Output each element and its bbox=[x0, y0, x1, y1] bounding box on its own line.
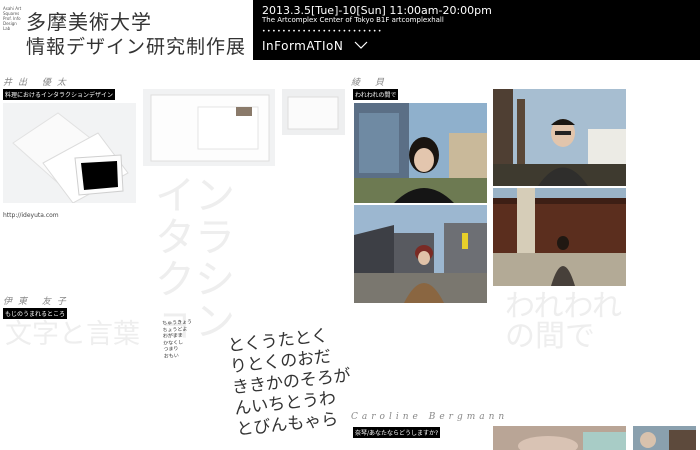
paper-photo bbox=[282, 89, 345, 135]
event-venue: The Artcomplex Center of Tokyo B1F artco… bbox=[262, 16, 444, 24]
ghost-title: 文字と言葉 bbox=[5, 319, 140, 350]
work-photo[interactable] bbox=[493, 188, 626, 286]
work-title-tag: 料理におけるインタラクションデザイン bbox=[3, 89, 116, 100]
work-photo[interactable] bbox=[493, 426, 626, 450]
header-info-bar: 2013.3.5[Tue]-10[Sun] 11:00am-20:00pm Th… bbox=[253, 0, 700, 60]
author-name: 綾 貝 bbox=[351, 78, 390, 88]
shrine-woman-photo bbox=[493, 188, 626, 286]
author-name: 伊東 友子 bbox=[3, 297, 72, 307]
envelope-photo bbox=[143, 89, 275, 166]
dotted-divider: •••••••••••••••••••••••• bbox=[262, 28, 383, 35]
information-link[interactable]: InFormATIoN bbox=[262, 38, 368, 53]
author-name: 井出 優太 bbox=[3, 78, 72, 88]
street-woman-photo bbox=[354, 205, 487, 303]
tablet-photo bbox=[3, 103, 136, 204]
work-title-tag: 奈琴/あなたならどうしますか? bbox=[353, 427, 441, 438]
work-photo[interactable] bbox=[354, 205, 487, 303]
work-photo[interactable] bbox=[493, 89, 626, 186]
site-logo[interactable]: Asahi Art Squares Prof. Info Design Lab … bbox=[0, 0, 253, 62]
logo-title-line2: 情報デザイン研究制作展 bbox=[26, 36, 247, 58]
portrait-man-photo bbox=[493, 89, 626, 186]
work-title-tag: われわれの間で bbox=[353, 89, 399, 100]
work-photo[interactable] bbox=[354, 103, 487, 203]
bed-photo bbox=[493, 426, 626, 450]
ghost-title: インタラクション bbox=[155, 173, 235, 345]
work-photo[interactable] bbox=[282, 89, 345, 135]
work-url-link[interactable]: http://ideyuta.com bbox=[3, 212, 59, 219]
logo-title-line1: 多摩美術大学 bbox=[26, 10, 152, 34]
work-photo[interactable] bbox=[143, 89, 275, 166]
ghost-title: われわれの間で bbox=[505, 289, 622, 354]
author-name: Caroline Bergmann bbox=[351, 412, 509, 422]
handwriting-large: とくうたとく りとくのおだ ききかのそろが んいちとうわ とびんもゃら bbox=[226, 325, 352, 440]
work-photo[interactable] bbox=[3, 103, 136, 204]
chevron-down-icon bbox=[354, 38, 368, 52]
handwriting-small: ちゅうきょう ちょうどよ わがまま かなくし つまり おもい bbox=[162, 319, 193, 360]
logo-mini-text: Asahi Art Squares Prof. Info Design Lab bbox=[3, 6, 22, 31]
information-label: InFormATIoN bbox=[262, 39, 344, 53]
portrait-woman-photo bbox=[354, 103, 487, 203]
work-photo[interactable] bbox=[633, 426, 696, 450]
room-photo bbox=[633, 426, 696, 450]
